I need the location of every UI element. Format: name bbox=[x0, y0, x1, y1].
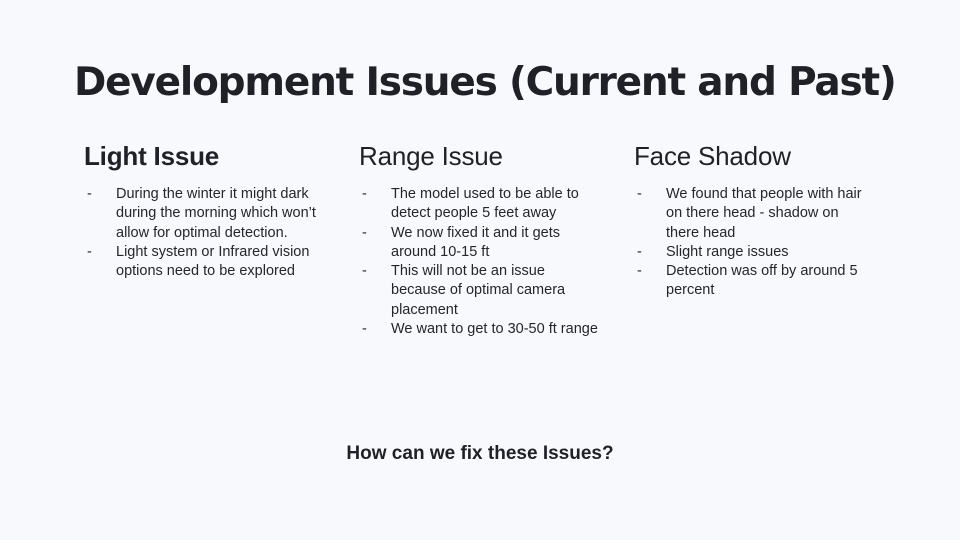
list-item: - Light system or Infrared vision option… bbox=[84, 243, 324, 282]
list-item: - We found that people with hair on ther… bbox=[634, 185, 874, 243]
list-item: - We want to get to 30-50 ft range bbox=[359, 320, 599, 339]
bullet-text: Slight range issues bbox=[666, 243, 789, 260]
bullet-text: We found that people with hair on there … bbox=[666, 186, 862, 241]
column-heading-light-issue: Light Issue bbox=[84, 141, 220, 171]
slide-title: Development Issues (Current and Past) bbox=[74, 60, 897, 105]
list-item: - We now fixed it and it gets around 10-… bbox=[359, 224, 599, 263]
bullet-text: Detection was off by around 5 percent bbox=[666, 263, 858, 299]
bullet-dash: - bbox=[362, 186, 367, 202]
bullet-dash: - bbox=[637, 186, 642, 202]
bullet-text: During the winter it might dark during t… bbox=[116, 186, 316, 241]
column-light-issue: Light Issue - During the winter it might… bbox=[84, 140, 324, 279]
bullet-list-light-issue: - During the winter it might dark during… bbox=[84, 185, 324, 281]
bullet-list-face-shadow: - We found that people with hair on ther… bbox=[634, 185, 874, 301]
bullet-text: Light system or Infrared vision options … bbox=[116, 243, 310, 280]
list-item: - This will not be an issue because of o… bbox=[359, 262, 599, 320]
column-heading-range-issue: Range Issue bbox=[359, 141, 503, 171]
bullet-dash: - bbox=[362, 224, 367, 241]
bullet-text: We now fixed it and it gets around 10-15… bbox=[391, 224, 560, 260]
column-range-issue: Range Issue - The model used to be able … bbox=[359, 140, 599, 337]
list-item: - Slight range issues bbox=[634, 243, 874, 262]
bullet-dash: - bbox=[87, 243, 92, 260]
bullet-dash: - bbox=[87, 186, 92, 202]
bullet-dash: - bbox=[637, 243, 642, 260]
bullet-dash: - bbox=[362, 321, 367, 338]
bullet-dash: - bbox=[637, 263, 642, 280]
bullet-text: This will not be an issue because of opt… bbox=[391, 263, 566, 318]
list-item: - During the winter it might dark during… bbox=[84, 185, 324, 243]
bullet-list-range-issue: - The model used to be able to detect pe… bbox=[359, 185, 599, 339]
list-item: - Detection was off by around 5 percent bbox=[634, 262, 874, 301]
column-face-shadow: Face Shadow - We found that people with … bbox=[634, 140, 874, 298]
column-heading-face-shadow: Face Shadow bbox=[634, 141, 791, 171]
footer-question: How can we fix these Issues? bbox=[346, 443, 614, 464]
bullet-dash: - bbox=[362, 263, 367, 280]
bullet-text: We want to get to 30-50 ft range bbox=[391, 321, 598, 338]
list-item: - The model used to be able to detect pe… bbox=[359, 185, 599, 224]
bullet-text: The model used to be able to detect peop… bbox=[391, 186, 579, 222]
